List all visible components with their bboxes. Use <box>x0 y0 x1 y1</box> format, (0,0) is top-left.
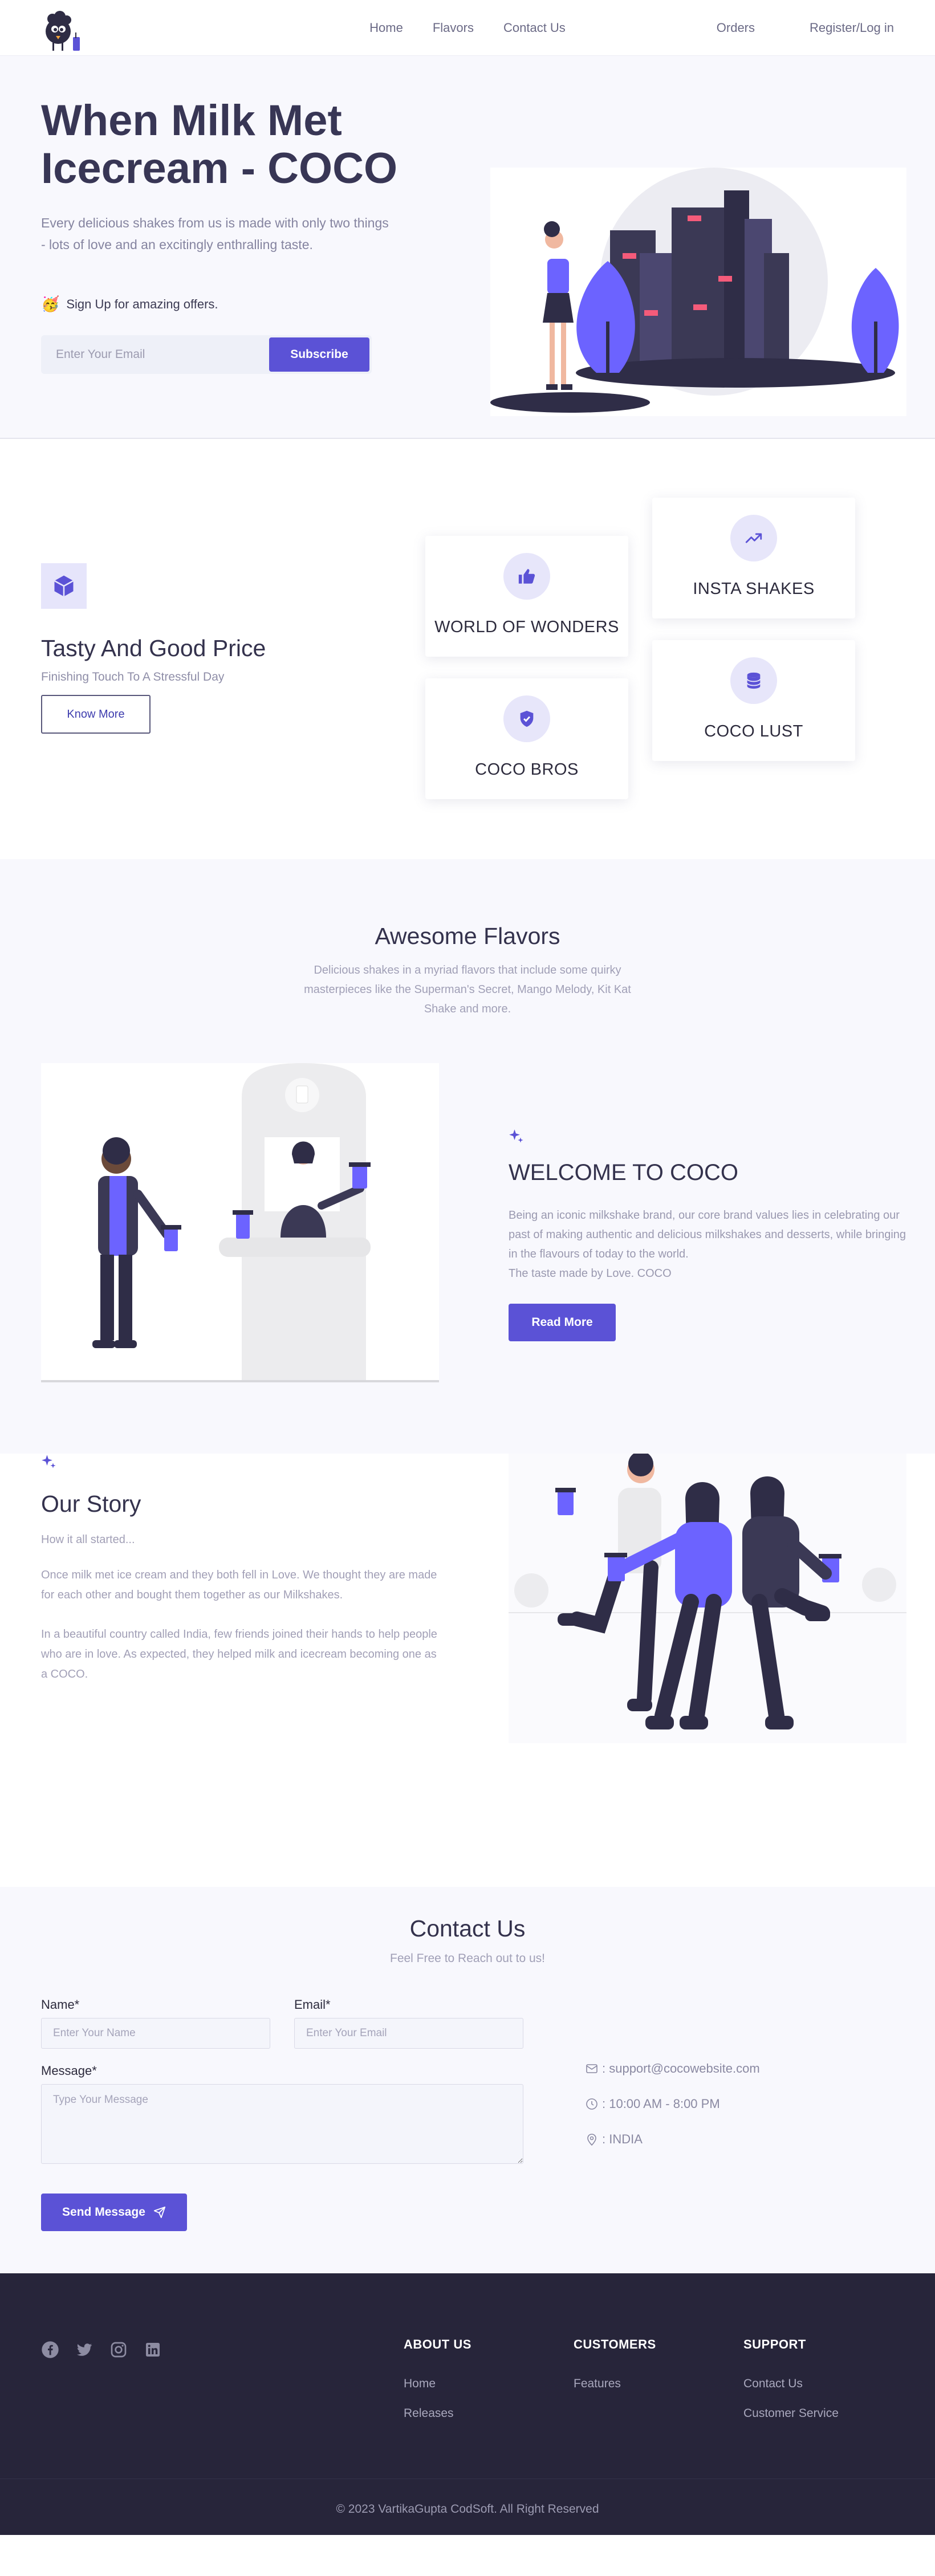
flavors-description: Delicious shakes in a myriad flavors tha… <box>304 964 631 1015</box>
feature-card-insta-shakes[interactable]: INSTA SHAKES <box>652 498 855 618</box>
feature-card-label: COCO LUST <box>704 722 803 740</box>
footer-support-title: SUPPORT <box>743 2337 806 2351</box>
welcome-text-block: Being an iconic milkshake brand, our cor… <box>509 1206 908 1283</box>
email-input[interactable] <box>294 2018 523 2049</box>
coco-logo-icon[interactable] <box>41 2 87 54</box>
clock-icon <box>586 2098 597 2110</box>
footer-customers-title: CUSTOMERS <box>574 2337 656 2351</box>
signup-text: Sign Up for amazing offers. <box>66 296 218 311</box>
signup-note: 🥳 Sign Up for amazing offers. <box>41 295 218 313</box>
hero-title: When Milk Met Icecream - COCO <box>41 96 398 193</box>
footer-releases-link[interactable]: Releases <box>404 2407 471 2420</box>
message-label: Message* <box>41 2064 97 2078</box>
facebook-icon[interactable] <box>41 2341 59 2359</box>
hero-email-input[interactable] <box>41 348 269 361</box>
welcome-tagline: The taste made by Love. COCO <box>509 1267 672 1280</box>
linkedin-icon[interactable] <box>144 2341 162 2359</box>
map-pin-icon <box>587 2134 596 2146</box>
footer-col-customers: CUSTOMERS Features <box>574 2337 656 2407</box>
mail-icon <box>586 2064 597 2073</box>
nav-right: Orders Register/Log in <box>717 21 894 35</box>
subscribe-button[interactable]: Subscribe <box>269 337 369 372</box>
story-paragraph-2: In a beautiful country called India, few… <box>41 1628 437 1680</box>
contact-subtitle: Feel Free to Reach out to us! <box>390 1952 545 1965</box>
social-links <box>41 2341 162 2359</box>
message-textarea[interactable] <box>41 2084 523 2164</box>
story-section: Our Story How it all started... Once mil… <box>0 1451 935 1887</box>
feature-card-label: WORLD OF WONDERS <box>434 618 619 636</box>
story-paragraph-1: Once milk met ice cream and they both fe… <box>41 1569 437 1601</box>
contact-hours-info: : 10:00 AM - 8:00 PM <box>585 2097 720 2111</box>
trending-up-icon <box>730 515 777 561</box>
welcome-title: WELCOME TO COCO <box>509 1160 739 1185</box>
footer-about-title: ABOUT US <box>404 2337 471 2351</box>
sparkle-icon <box>42 1455 56 1468</box>
email-label: Email* <box>294 1997 331 2012</box>
contact-email-info: : support@cocowebsite.com <box>585 2061 760 2076</box>
features-tagline: Finishing Touch To A Stressful Day <box>41 670 225 683</box>
footer-col-support: SUPPORT Contact Us Customer Service <box>743 2337 839 2436</box>
send-message-label: Send Message <box>62 2205 145 2219</box>
shop-illustration <box>41 1063 439 1382</box>
contact-section: Contact Us Feel Free to Reach out to us!… <box>0 1887 935 2273</box>
hero-illustration <box>490 168 906 416</box>
know-more-button[interactable]: Know More <box>41 695 151 734</box>
twitter-icon[interactable] <box>75 2341 93 2359</box>
contact-location-text: : INDIA <box>602 2132 643 2146</box>
nav-login-link[interactable]: Register/Log in <box>810 21 894 35</box>
site-footer: ABOUT US Home Releases CUSTOMERS Feature… <box>0 2273 935 2535</box>
footer-contact-link[interactable]: Contact Us <box>743 2377 839 2391</box>
feature-card-label: COCO BROS <box>475 760 579 779</box>
nav-home-link[interactable]: Home <box>369 21 403 35</box>
nav-orders-link[interactable]: Orders <box>717 21 755 35</box>
story-title: Our Story <box>41 1491 141 1517</box>
footer-col-about: ABOUT US Home Releases <box>404 2337 471 2436</box>
friends-illustration <box>509 1451 906 1743</box>
contact-email-text: : support@cocowebsite.com <box>602 2061 760 2076</box>
cube-icon <box>41 563 87 609</box>
features-section: Tasty And Good Price Finishing Touch To … <box>0 439 935 859</box>
send-message-button[interactable]: Send Message <box>41 2194 187 2231</box>
nav-flavors-link[interactable]: Flavors <box>433 21 474 35</box>
flavors-section: Awesome Flavors Delicious shakes in a my… <box>0 859 935 1454</box>
nav-contact-link[interactable]: Contact Us <box>503 21 566 35</box>
copyright-text: © 2023 VartikaGupta CodSoft. All Right R… <box>336 2502 599 2516</box>
features-title: Tasty And Good Price <box>41 635 266 661</box>
footer-features-link[interactable]: Features <box>574 2377 656 2391</box>
footer-home-link[interactable]: Home <box>404 2377 471 2391</box>
feature-card-coco-bros[interactable]: COCO BROS <box>425 678 628 799</box>
shield-check-icon <box>503 695 550 742</box>
top-nav: Home Flavors Contact Us Orders Register/… <box>0 0 935 56</box>
send-icon <box>153 2206 166 2219</box>
footer-customer-service-link[interactable]: Customer Service <box>743 2407 839 2420</box>
contact-hours-text: : 10:00 AM - 8:00 PM <box>602 2097 720 2111</box>
instagram-icon[interactable] <box>109 2341 128 2359</box>
flavors-title: Awesome Flavors <box>375 923 560 949</box>
feature-card-coco-lust[interactable]: COCO LUST <box>652 640 855 761</box>
subscribe-form: Subscribe <box>41 335 372 374</box>
feature-card-world-of-wonders[interactable]: WORLD OF WONDERS <box>425 536 628 657</box>
sparkle-icon <box>509 1129 523 1143</box>
thumbs-up-icon <box>503 553 550 600</box>
hero-subtitle: Every delicious shakes from us is made w… <box>41 215 389 252</box>
database-icon <box>730 657 777 704</box>
contact-location-info: : INDIA <box>585 2132 643 2147</box>
story-intro: How it all started... <box>41 1533 135 1546</box>
party-emoji-icon: 🥳 <box>41 295 60 312</box>
hero-section: When Milk Met Icecream - COCO Every deli… <box>0 56 935 439</box>
name-label: Name* <box>41 1997 80 2012</box>
read-more-button[interactable]: Read More <box>509 1304 616 1341</box>
contact-title: Contact Us <box>409 1915 526 1942</box>
welcome-text: Being an iconic milkshake brand, our cor… <box>509 1209 906 1260</box>
name-input[interactable] <box>41 2018 270 2049</box>
feature-card-label: INSTA SHAKES <box>693 580 815 598</box>
